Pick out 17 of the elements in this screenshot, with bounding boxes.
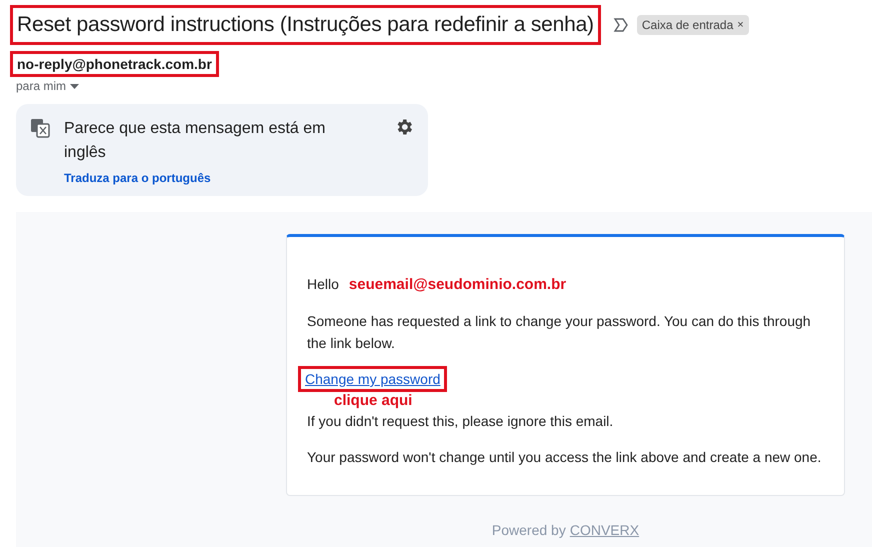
email-subject: Reset password instructions (Instruções para redefinir a senha)	[17, 12, 594, 38]
caret-icon	[70, 84, 80, 88]
translate-icon	[30, 118, 50, 138]
footer-text: Powered by	[492, 521, 566, 540]
annotation-text: seuemail@seudominio.com.br	[348, 275, 566, 295]
recipient-dropdown[interactable]: para mim	[16, 77, 80, 95]
body-paragraph: If you didn't request this, please ignore this email.	[307, 412, 614, 431]
body-paragraph: Someone has requested a link to change your password. You can do this through the link below.	[307, 312, 812, 353]
body-paragraph: Your password won't change until you access the link above and create a new one.	[307, 448, 822, 467]
change-password-link[interactable]: Change my password	[305, 369, 440, 389]
translate-link[interactable]: Traduza para o português	[64, 169, 211, 187]
sender-email: no-reply@phonetrack.com.br	[17, 55, 212, 73]
inbox-label-chip[interactable]: Caixa de entrada ×	[636, 15, 749, 35]
importance-marker-icon[interactable]	[612, 18, 629, 32]
translate-message: Parece que esta mensagem está em inglês	[64, 119, 326, 163]
greeting-text: Hello	[307, 275, 339, 294]
annotation-text: clique aqui	[334, 392, 414, 410]
